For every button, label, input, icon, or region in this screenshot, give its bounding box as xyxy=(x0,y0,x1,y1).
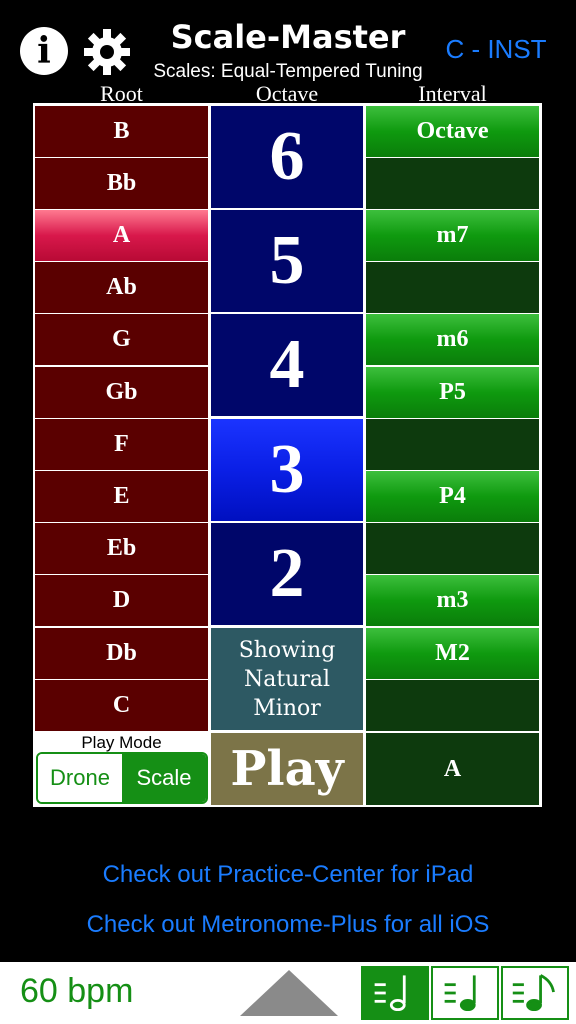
interval-cell-empty xyxy=(366,158,539,209)
play-mode-toggle[interactable]: Drone Scale xyxy=(36,752,208,804)
octave-button-3[interactable]: 3 xyxy=(211,419,363,521)
root-button-c[interactable]: C xyxy=(35,680,208,731)
tuning-subtitle: Scales: Equal-Tempered Tuning xyxy=(153,61,423,82)
drone-option[interactable]: Drone xyxy=(38,754,122,802)
play-button[interactable]: Play xyxy=(211,733,363,805)
interval-cell-m7[interactable]: m7 xyxy=(366,210,539,261)
interval-cell-m2[interactable]: M2 xyxy=(366,628,539,679)
practice-center-link[interactable]: Check out Practice-Center for iPad xyxy=(0,861,576,889)
scale-type-line-1: Showing xyxy=(238,637,336,663)
app-title: Scale-Master xyxy=(170,18,406,56)
root-button-d[interactable]: D xyxy=(35,575,208,626)
quarter-note-icon[interactable] xyxy=(431,966,499,1020)
root-button-bb[interactable]: Bb xyxy=(35,158,208,209)
octave-button-4[interactable]: 4 xyxy=(211,314,363,416)
interval-cell-p4[interactable]: P4 xyxy=(366,471,539,522)
interval-cell-p5[interactable]: P5 xyxy=(366,367,539,418)
scale-type-button[interactable]: Showing Natural Minor xyxy=(211,628,363,730)
scale-type-line-2: Natural xyxy=(243,666,331,692)
root-button-a[interactable]: A xyxy=(35,210,208,261)
eighth-note-icon[interactable] xyxy=(501,966,569,1020)
tempo-display[interactable]: 60 bpm xyxy=(20,972,200,1011)
play-mode-label: Play Mode xyxy=(81,733,162,752)
scale-type-line-3: Minor xyxy=(253,695,321,721)
root-button-b[interactable]: B xyxy=(35,106,208,157)
scale-option[interactable]: Scale xyxy=(122,754,206,802)
interval-cell-m3[interactable]: m3 xyxy=(366,575,539,626)
octave-button-6[interactable]: 6 xyxy=(211,106,363,208)
root-button-db[interactable]: Db xyxy=(35,628,208,679)
root-button-e[interactable]: E xyxy=(35,471,208,522)
info-icon[interactable]: i xyxy=(20,27,68,75)
interval-cell-empty xyxy=(366,523,539,574)
metronome-plus-link[interactable]: Check out Metronome-Plus for all iOS xyxy=(0,911,576,939)
octave-button-5[interactable]: 5 xyxy=(211,210,363,312)
root-button-f[interactable]: F xyxy=(35,419,208,470)
interval-cell-empty xyxy=(366,680,539,731)
root-button-g[interactable]: G xyxy=(35,314,208,365)
interval-cell-octave[interactable]: Octave xyxy=(366,106,539,157)
half-note-icon[interactable] xyxy=(361,966,429,1020)
root-button-ab[interactable]: Ab xyxy=(35,262,208,313)
root-button-gb[interactable]: Gb xyxy=(35,367,208,418)
octave-button-2[interactable]: 2 xyxy=(211,523,363,625)
root-button-eb[interactable]: Eb xyxy=(35,523,208,574)
interval-cell-empty xyxy=(366,419,539,470)
current-root-display: A xyxy=(366,733,539,805)
tempo-up-icon[interactable] xyxy=(238,968,340,1018)
interval-cell-m6[interactable]: m6 xyxy=(366,314,539,365)
interval-cell-empty xyxy=(366,262,539,313)
